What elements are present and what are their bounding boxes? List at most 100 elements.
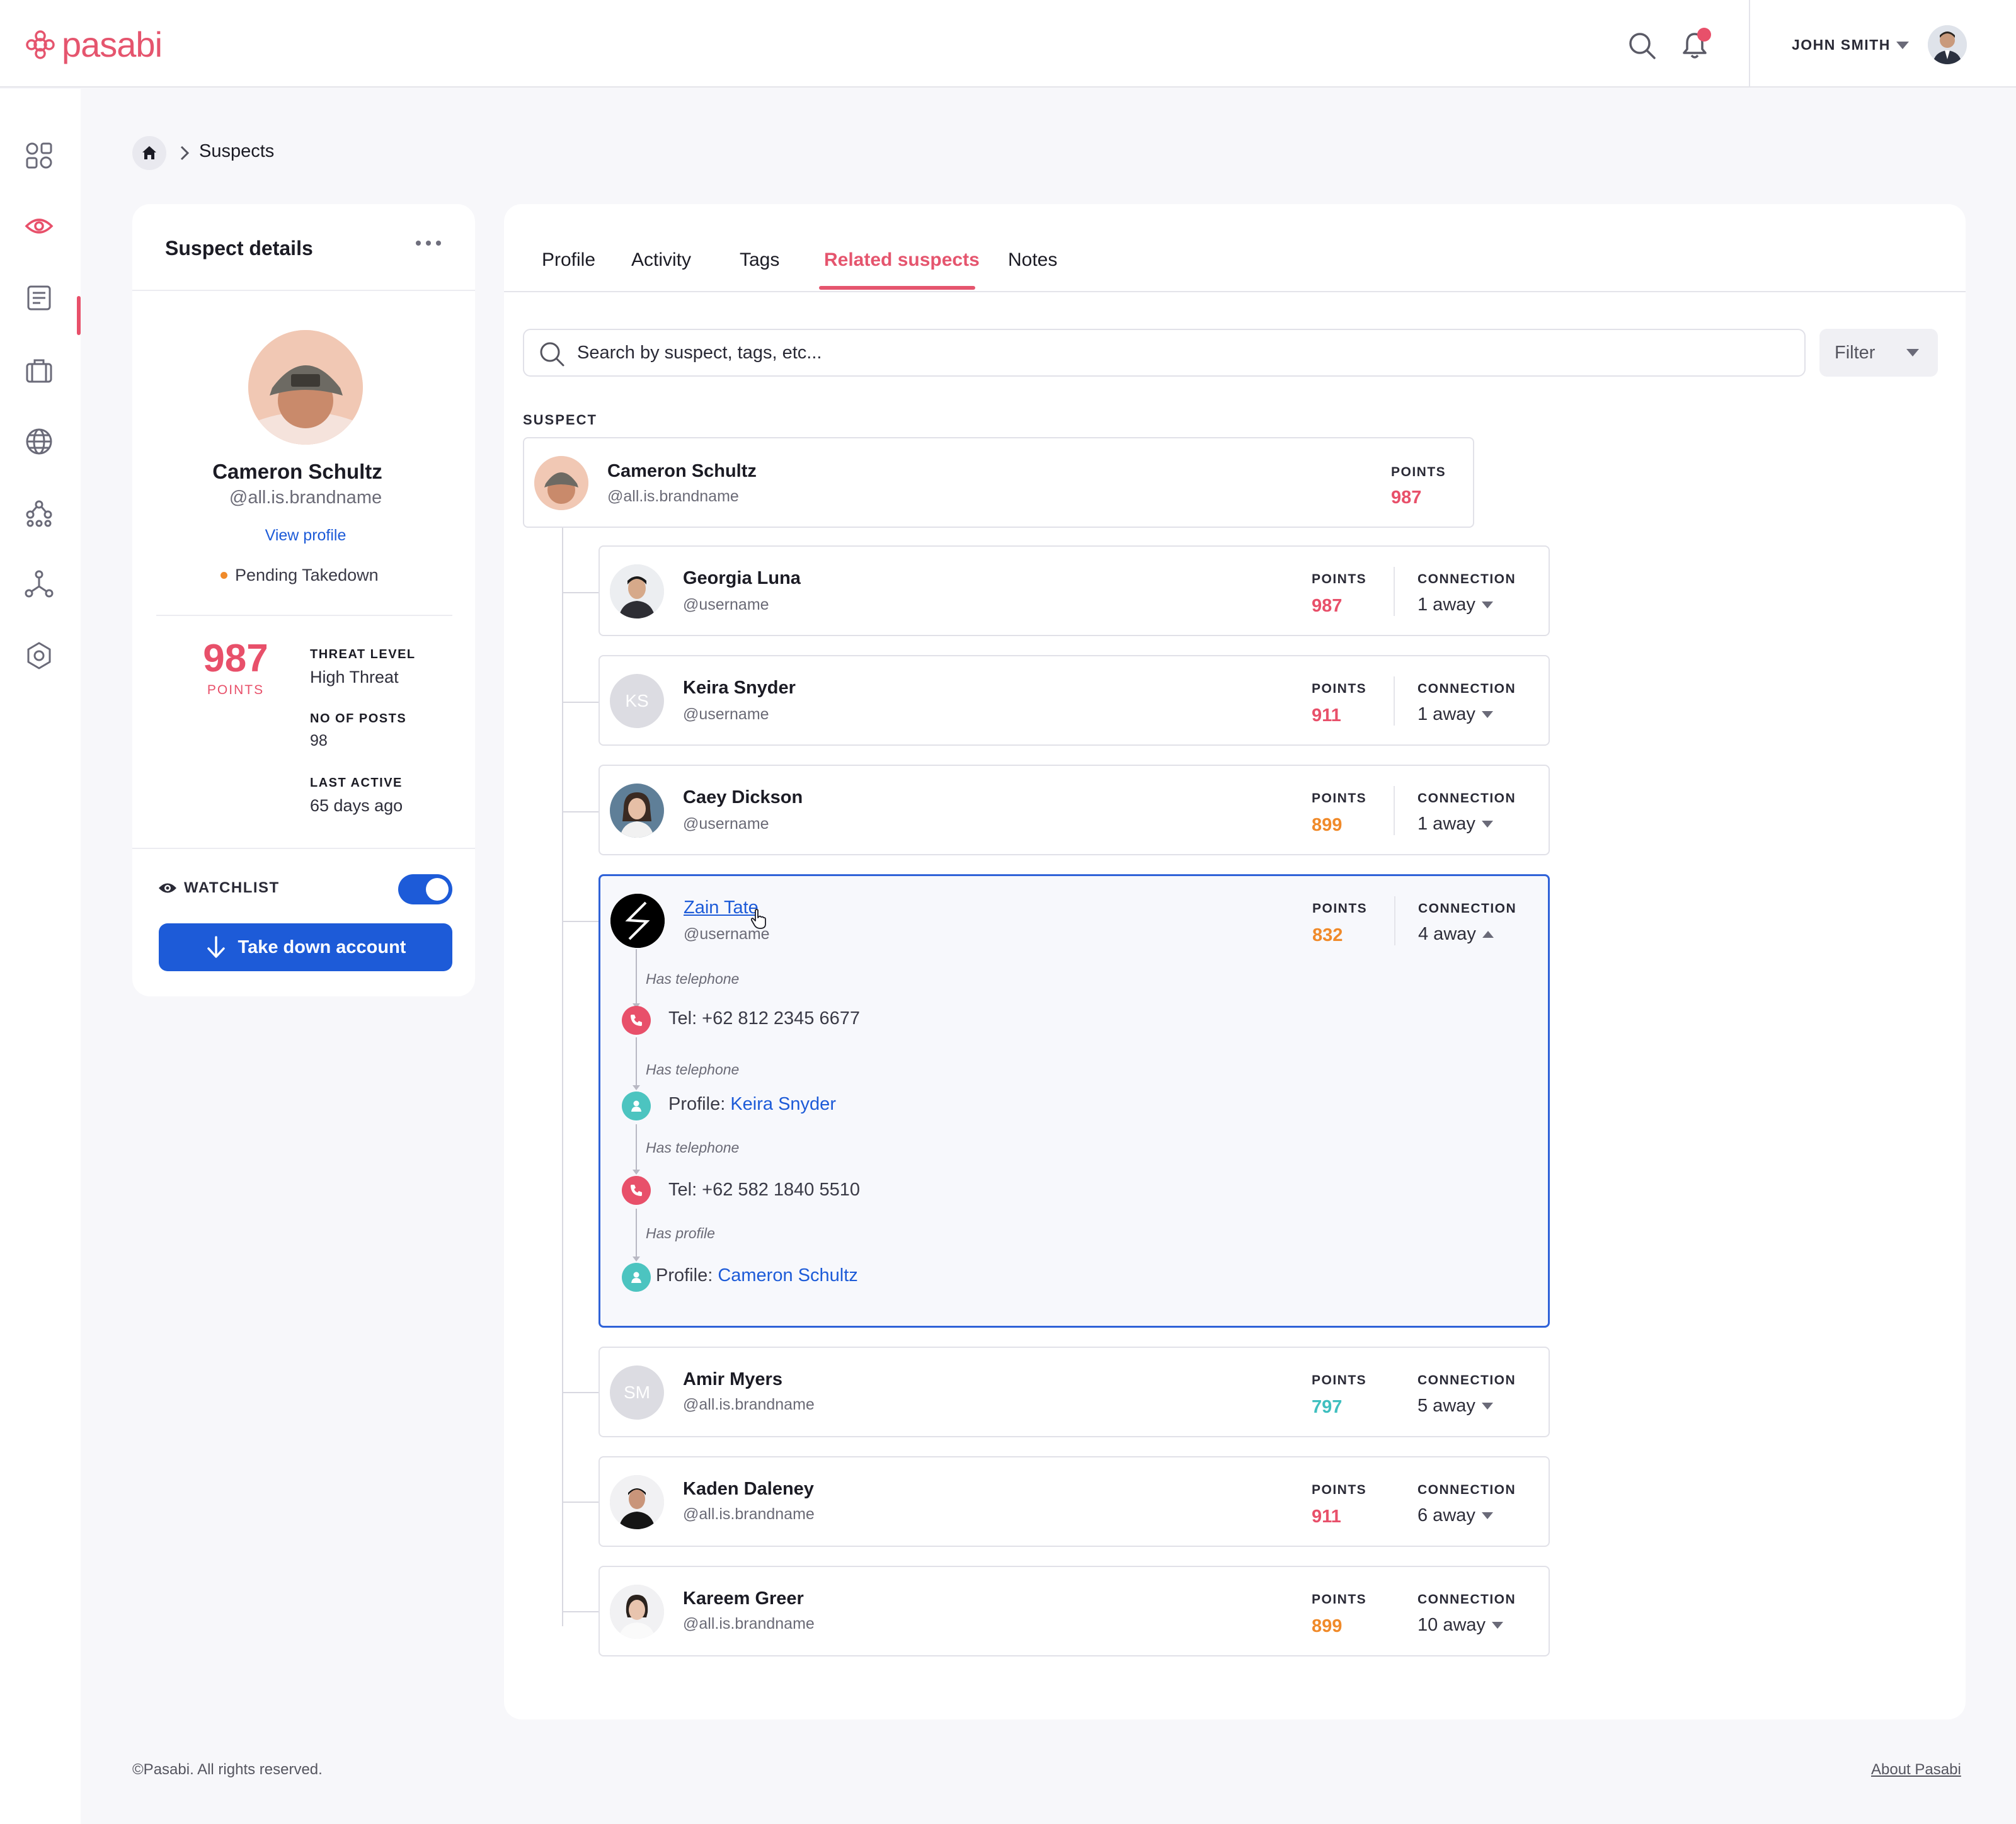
network-icon[interactable] [24, 498, 54, 528]
points-label: POINTS [1312, 901, 1368, 916]
arrow-down-icon [207, 936, 225, 958]
avatar-initials: SM [624, 1382, 650, 1402]
points-value: 911 [1312, 1507, 1341, 1527]
breadcrumb-current[interactable]: Suspects [199, 141, 274, 162]
tree-connector [562, 528, 563, 1626]
tree-connector [562, 921, 598, 922]
about-link[interactable]: About Pasabi [1871, 1761, 1961, 1779]
tab-related-suspects[interactable]: Related suspects [824, 249, 980, 271]
tab-notes[interactable]: Notes [1008, 249, 1057, 271]
tree-connector [562, 592, 598, 593]
watchlist-toggle[interactable] [398, 874, 452, 904]
related-suspect-row[interactable]: Caey Dickson @username POINTS 899 CONNEC… [598, 765, 1550, 855]
suspect-handle: @all.is.brandname [683, 1615, 815, 1633]
tab-tags[interactable]: Tags [740, 249, 779, 271]
main-suspect-row[interactable]: Cameron Schultz @all.is.brandname POINTS… [523, 437, 1474, 528]
connection-dropdown[interactable]: 10 away [1418, 1615, 1504, 1636]
points-value: 832 [1312, 925, 1343, 945]
connection-dropdown[interactable]: 1 away [1418, 595, 1493, 615]
view-profile-link[interactable]: View profile [132, 527, 479, 545]
suspect-handle: @all.is.brandname [683, 1396, 815, 1413]
profile-prefix: Profile: [668, 1094, 731, 1114]
more-options-icon[interactable] [416, 241, 441, 246]
top-header: pasabi JOHN SMITH [0, 0, 2016, 88]
tab-activity[interactable]: Activity [631, 249, 691, 271]
document-icon[interactable] [24, 283, 54, 313]
connection-dropdown[interactable]: 1 away [1418, 814, 1493, 835]
avatar [610, 564, 664, 618]
notification-badge [1697, 28, 1711, 42]
points-value: 797 [1312, 1397, 1343, 1417]
profile-row: Profile: Cameron Schultz [656, 1265, 858, 1286]
connection-dropdown[interactable]: 6 away [1418, 1505, 1493, 1526]
connection-dropdown[interactable]: 5 away [1418, 1396, 1493, 1416]
profile-link[interactable]: Keira Snyder [730, 1094, 836, 1114]
take-down-button[interactable]: Take down account [159, 923, 452, 971]
suspect-name: Cameron Schultz [212, 460, 382, 483]
relation-label: Has telephone [646, 1139, 740, 1156]
footer-copyright: ©Pasabi. All rights reserved. [132, 1761, 323, 1778]
pasabi-logo-icon [26, 30, 55, 59]
connection-value: 1 away [1418, 704, 1475, 724]
tree-connector [562, 702, 598, 703]
globe-icon[interactable] [24, 426, 54, 457]
suspect-handle: @username [683, 815, 769, 833]
search-input[interactable] [577, 330, 1774, 375]
tree-connector [562, 1392, 598, 1393]
suspect-name-link[interactable]: Zain Tate [684, 898, 759, 918]
suspect-name: Georgia Luna [683, 568, 801, 588]
filter-label: Filter [1835, 343, 1876, 363]
connection-dropdown[interactable]: 4 away [1418, 924, 1494, 945]
related-suspect-row-expanded[interactable]: Zain Tate @username POINTS 832 CONNECTIO… [598, 874, 1550, 1328]
briefcase-icon[interactable] [24, 356, 54, 386]
connection-label: CONNECTION [1418, 681, 1516, 696]
chevron-down-icon [1481, 1512, 1493, 1519]
card-title: Suspect details [165, 237, 313, 259]
chain-line [636, 1037, 637, 1088]
related-suspect-row[interactable]: Kareem Greer @all.is.brandname POINTS 89… [598, 1566, 1550, 1656]
chain-arrow-icon [633, 1257, 640, 1262]
search-icon[interactable] [1627, 30, 1657, 60]
suspect-name: Amir Myers [683, 1369, 782, 1389]
tab-profile[interactable]: Profile [542, 249, 595, 271]
user-avatar[interactable] [1928, 25, 1967, 64]
breadcrumb-home[interactable] [132, 136, 166, 170]
tree-connector [562, 811, 598, 812]
connection-value: 1 away [1418, 595, 1475, 615]
telephone-text: Tel: +62 812 2345 6677 [668, 1008, 860, 1029]
avatar [610, 784, 664, 838]
connection-label: CONNECTION [1418, 572, 1516, 586]
chevron-up-icon [1482, 931, 1494, 938]
divider [1394, 567, 1395, 616]
hierarchy-icon[interactable] [24, 569, 54, 599]
filter-dropdown[interactable]: Filter [1819, 329, 1938, 377]
connection-label: CONNECTION [1418, 791, 1516, 806]
user-name[interactable]: JOHN SMITH [1792, 37, 1891, 54]
suspect-handle: @username [684, 925, 770, 943]
related-suspect-row[interactable]: Georgia Luna @username POINTS 987 CONNEC… [598, 545, 1550, 636]
connection-value: 5 away [1418, 1396, 1475, 1416]
relation-label: Has profile [646, 1225, 715, 1241]
profile-icon [622, 1092, 651, 1120]
eye-icon [159, 883, 176, 893]
divider [1394, 896, 1395, 945]
related-suspect-row[interactable]: SM Amir Myers @all.is.brandname POINTS 7… [598, 1347, 1550, 1437]
chevron-right-icon [180, 145, 190, 161]
home-icon [142, 146, 156, 159]
avatar [610, 1585, 664, 1639]
profile-link[interactable]: Cameron Schultz [718, 1265, 857, 1285]
suspect-name: Kaden Daleney [683, 1479, 814, 1499]
connection-dropdown[interactable]: 1 away [1418, 704, 1493, 725]
tree-connector [562, 1611, 598, 1612]
pasabi-logo[interactable]: pasabi [25, 24, 163, 65]
settings-icon[interactable] [24, 641, 54, 671]
related-suspect-row[interactable]: Kaden Daleney @all.is.brandname POINTS 9… [598, 1456, 1550, 1547]
points-label: POINTS [1312, 791, 1367, 806]
dashboard-icon[interactable] [24, 140, 54, 171]
relation-label: Has telephone [646, 971, 740, 987]
points-value: 899 [1312, 815, 1343, 835]
eye-icon[interactable] [24, 211, 54, 241]
last-active-label: LAST ACTIVE [310, 776, 403, 790]
chevron-down-icon[interactable] [1896, 42, 1909, 49]
related-suspect-row[interactable]: KS Keira Snyder @username POINTS 911 CON… [598, 655, 1550, 746]
